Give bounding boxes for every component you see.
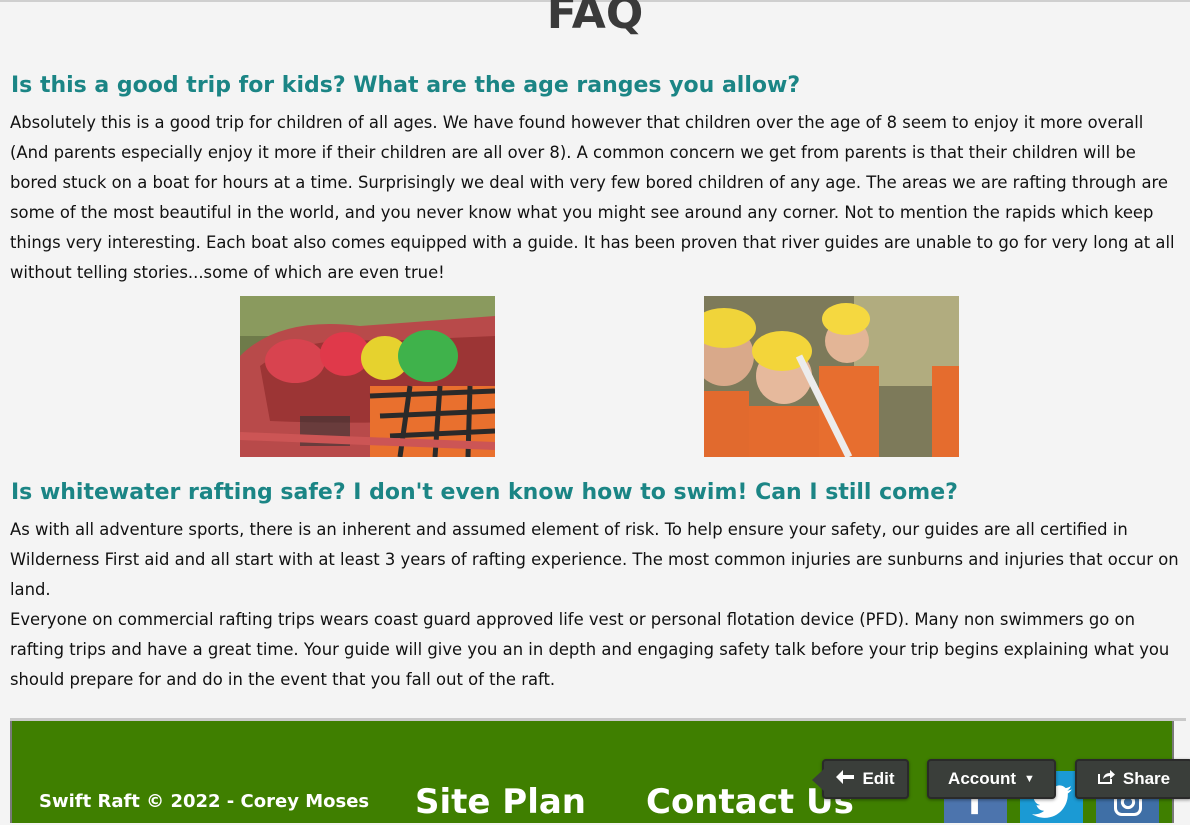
page-title: FAQ — [546, 0, 644, 39]
caret-down-icon: ▼ — [1024, 773, 1035, 785]
share-button[interactable]: Share — [1075, 759, 1190, 799]
site-plan-link[interactable]: Site Plan — [415, 779, 586, 825]
faq-answer-safety: As with all adventure sports, there is a… — [10, 520, 1179, 599]
account-dropdown-button[interactable]: Account ▼ — [927, 759, 1056, 799]
helmets-raft-image — [240, 296, 495, 457]
faq-question-kids: Is this a good trip for kids? What are t… — [11, 73, 801, 98]
edit-button[interactable]: Edit — [812, 759, 909, 799]
share-icon — [1097, 769, 1115, 789]
faq-answer-safety-pfd: Everyone on commercial rafting trips wea… — [10, 610, 1170, 689]
arrow-left-icon — [836, 769, 855, 789]
faq-question-safety: Is whitewater rafting safe? I don't even… — [11, 480, 958, 505]
faq-answer-kids: Absolutely this is a good trip for child… — [10, 113, 1175, 282]
copyright-text: Swift Raft © 2022 - Corey Moses — [39, 791, 370, 812]
rafters-photo — [704, 296, 959, 457]
